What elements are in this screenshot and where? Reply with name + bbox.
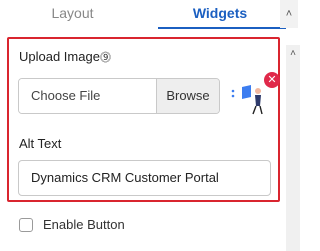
tab-layout[interactable]: Layout — [0, 0, 145, 26]
tab-widgets[interactable]: Widgets — [150, 0, 290, 26]
upload-image-label: Upload Image⓽ — [19, 49, 111, 64]
help-icon[interactable]: ⓽ — [100, 52, 111, 64]
widget-tabs: Layout Widgets ˄ — [0, 0, 298, 29]
file-input-group[interactable]: Choose File Browse — [18, 78, 220, 114]
upload-image-panel: Upload Image⓽ Choose File Browse ✕ Alt T… — [7, 37, 280, 202]
browse-button[interactable]: Browse — [156, 79, 219, 113]
enable-button-label: Enable Button — [43, 217, 125, 232]
alt-text-input[interactable]: Dynamics CRM Customer Portal — [18, 160, 271, 196]
active-tab-indicator — [158, 27, 286, 29]
tabs-scroll-up-icon[interactable]: ˄ — [280, 0, 298, 28]
enable-button-checkbox[interactable] — [19, 218, 33, 232]
chevron-up-icon[interactable]: ˄ — [286, 47, 300, 61]
alt-text-label: Alt Text — [19, 136, 62, 151]
file-input[interactable]: Choose File — [19, 79, 156, 113]
panel-scrollbar[interactable]: ˄ — [286, 45, 300, 251]
delete-icon[interactable]: ✕ — [264, 72, 280, 88]
